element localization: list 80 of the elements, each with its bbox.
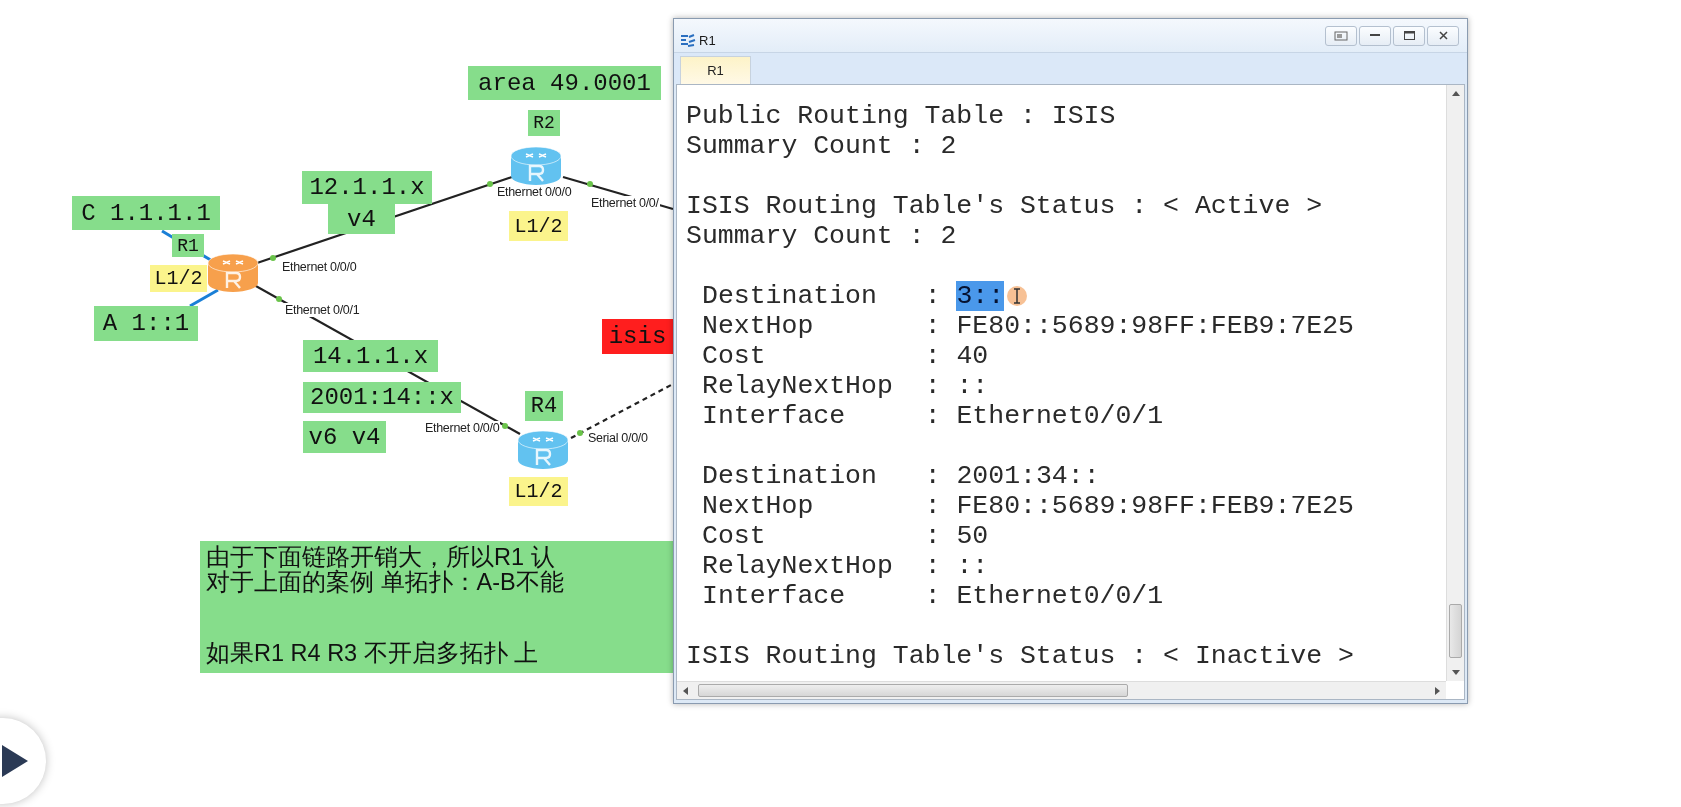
play-icon	[2, 745, 28, 777]
field-label: Interface	[702, 581, 847, 611]
close-icon	[1438, 31, 1448, 40]
diagram-label: A 1::1	[94, 306, 198, 341]
terminal-line: ISIS Routing Table's Status : < Inactive >	[686, 641, 1354, 671]
port-label: Ethernet 0/0/0	[281, 260, 358, 274]
maximize-icon	[1403, 31, 1415, 40]
field-separator: :	[924, 461, 941, 491]
diagram-label: L1/2	[509, 211, 568, 241]
field-value: ::	[956, 551, 989, 581]
maximize-button[interactable]	[1393, 25, 1425, 46]
field-separator: :	[924, 341, 941, 371]
diagram-label: isis	[602, 319, 673, 354]
diagram-label: L1/2	[150, 265, 207, 292]
vertical-scrollbar[interactable]	[1446, 85, 1464, 681]
diagram-label: 12.1.1.x	[302, 171, 432, 204]
text-cursor-icon	[1006, 285, 1029, 307]
diagram-label: 14.1.1.x	[303, 340, 438, 372]
terminal-line: Summary Count : 2	[686, 221, 957, 251]
scroll-thumb[interactable]	[698, 684, 1128, 697]
field-value: 2001:34::	[956, 461, 1100, 491]
field-value: Ethernet0/0/1	[956, 581, 1164, 611]
note-text: 由于下面链路开销大，所以R1 认	[206, 545, 555, 570]
minimize-icon	[1370, 34, 1380, 37]
diagram-label: C 1.1.1.1	[72, 196, 220, 230]
note-text: 如果R1 R4 R3 不开启多拓扑 上	[206, 641, 539, 666]
field-value: Ethernet0/0/1	[956, 401, 1164, 431]
field-separator: :	[924, 551, 941, 581]
diagram-label: R1	[172, 234, 204, 257]
field-label: Cost	[702, 521, 767, 551]
scroll-left-icon	[683, 686, 688, 695]
window-title: R1	[699, 33, 716, 48]
diagram-label: v4	[328, 204, 395, 234]
field-separator: :	[924, 281, 941, 311]
field-label: RelayNextHop	[702, 551, 894, 581]
terminal-line: Summary Count : 2	[686, 131, 957, 161]
diagram-label: v6 v4	[303, 421, 386, 453]
scroll-down-icon	[1451, 670, 1460, 675]
field-separator: :	[924, 401, 941, 431]
window-icon	[1334, 30, 1348, 41]
app-icon	[680, 33, 696, 48]
port-label: Ethernet 0/0/0	[496, 185, 573, 199]
field-value: FE80::5689:98FF:FEB9:7E25	[956, 311, 1354, 341]
diagram-label: R2	[528, 110, 560, 136]
field-label: Destination	[702, 461, 878, 491]
close-button[interactable]	[1427, 25, 1459, 46]
port-label: Ethernet 0/0/	[590, 196, 660, 210]
port-label: Ethernet 0/0/1	[284, 303, 361, 317]
field-label: NextHop	[702, 311, 815, 341]
scroll-up-icon	[1451, 91, 1460, 96]
field-separator: :	[924, 371, 941, 401]
terminal-tab[interactable]: R1	[680, 56, 751, 84]
diagram-label: R4	[525, 391, 563, 421]
terminal-line: Public Routing Table : ISIS	[686, 101, 1116, 131]
field-value: 3::	[956, 281, 1005, 311]
cable-line	[189, 288, 219, 308]
terminal-line: ISIS Routing Table's Status : < Active >	[686, 191, 1323, 221]
port-label: Ethernet 0/0/0	[424, 421, 501, 435]
diagram-label: 2001:14::x	[303, 382, 461, 413]
note-text: 对于上面的案例 单拓扑：A-B不能	[206, 570, 564, 595]
field-label: Cost	[702, 341, 767, 371]
field-label: Interface	[702, 401, 847, 431]
field-value: FE80::5689:98FF:FEB9:7E25	[956, 491, 1354, 521]
field-separator: :	[924, 491, 941, 521]
field-value: ::	[956, 371, 989, 401]
field-value: 50	[956, 521, 989, 551]
scroll-right-icon	[1435, 686, 1440, 695]
field-value: 40	[956, 341, 989, 371]
port-label: Serial 0/0/0	[587, 431, 649, 445]
diagram-label: area 49.0001	[468, 66, 661, 100]
scroll-thumb[interactable]	[1449, 604, 1462, 658]
minimize-button[interactable]	[1359, 25, 1391, 46]
field-separator: :	[924, 581, 941, 611]
horizontal-scrollbar[interactable]	[677, 681, 1446, 699]
field-label: NextHop	[702, 491, 815, 521]
field-separator: :	[924, 311, 941, 341]
diagram-label: L1/2	[509, 477, 568, 506]
field-separator: :	[924, 521, 941, 551]
field-label: Destination	[702, 281, 878, 311]
field-label: RelayNextHop	[702, 371, 894, 401]
